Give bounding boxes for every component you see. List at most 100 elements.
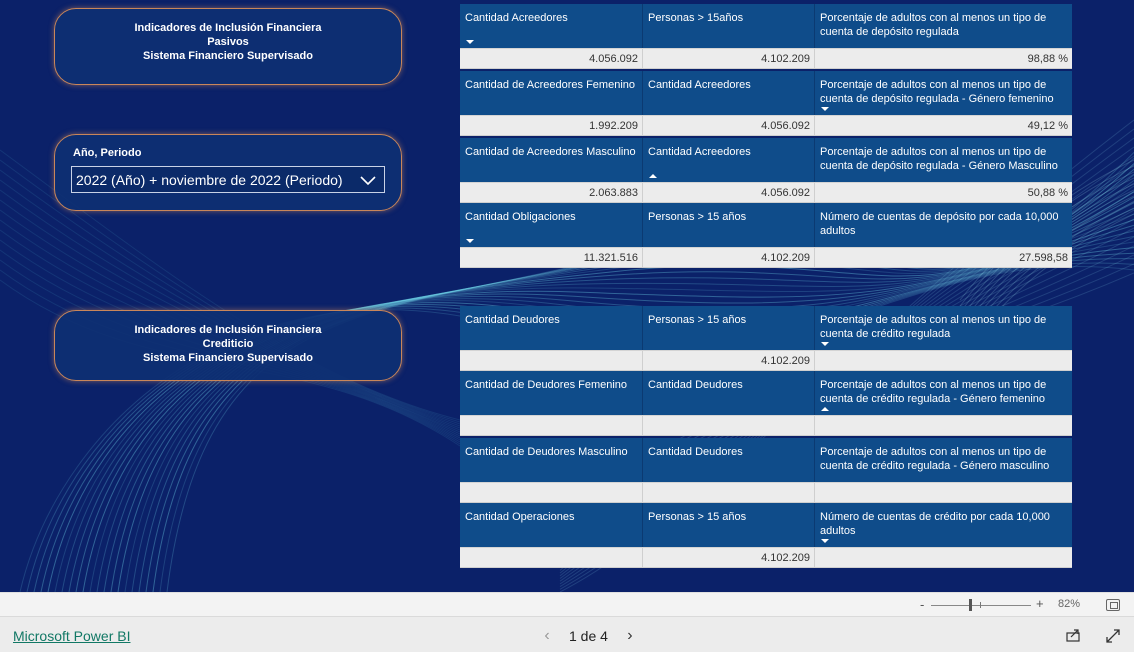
table-cell: 50,88 % — [814, 183, 1072, 202]
title-line: Indicadores de Inclusión Financiera — [134, 324, 322, 336]
column-header[interactable]: Cantidad Acreedores — [642, 138, 814, 182]
table-cell: 4.056.092 — [642, 183, 814, 202]
column-header[interactable]: Porcentaje de adultos con al menos un ti… — [814, 438, 1072, 482]
title-line: Sistema Financiero Supervisado — [143, 352, 313, 364]
column-header[interactable]: Cantidad Deudores — [642, 438, 814, 482]
sort-down-icon — [466, 40, 474, 44]
table-row: 1.992.209 4.056.092 49,12 % — [460, 115, 1072, 136]
table-row: 2.063.883 4.056.092 50,88 % — [460, 182, 1072, 203]
table-cell — [814, 548, 1072, 567]
table-operaciones: Cantidad Operaciones Personas > 15 años Nú… — [460, 503, 1072, 568]
column-header[interactable]: Cantidad de Acreedores Femenino — [460, 71, 642, 115]
column-header[interactable]: Cantidad Deudores — [642, 371, 814, 415]
table-acreedores-masculino: Cantidad de Acreedores Masculino Cantidad… — [460, 138, 1072, 203]
column-header[interactable]: Cantidad Acreedores — [642, 71, 814, 115]
table-deudores: Cantidad Deudores Personas > 15 años Porce… — [460, 306, 1072, 371]
page-navigator: ‹ 1 de 4 › — [537, 627, 640, 645]
column-header[interactable]: Cantidad de Acreedores Masculino — [460, 138, 642, 182]
table-cell: 4.102.209 — [642, 49, 814, 68]
column-header[interactable]: Personas > 15 años — [642, 306, 814, 350]
share-icon[interactable] — [1066, 628, 1082, 642]
title-line: Sistema Financiero Supervisado — [143, 50, 313, 62]
table-cell — [814, 416, 1072, 435]
footer-bar: Microsoft Power BI ‹ 1 de 4 › — [0, 616, 1134, 652]
column-header[interactable]: Porcentaje de adultos con al menos un ti… — [814, 371, 1072, 415]
table-obligaciones: Cantidad Obligaciones Personas > 15 años N… — [460, 203, 1072, 268]
column-header[interactable]: Número de cuentas de depósito por cada 1… — [814, 203, 1072, 247]
table-cell — [642, 416, 814, 435]
column-header[interactable]: Cantidad Operaciones — [460, 503, 642, 547]
report-canvas: Indicadores de Inclusión Financiera Pasi… — [0, 0, 1134, 592]
column-header[interactable]: Porcentaje de adultos con al menos un ti… — [814, 138, 1072, 182]
column-header[interactable]: Porcentaje de adultos con al menos un ti… — [814, 306, 1072, 350]
title-line: Pasivos — [207, 36, 249, 48]
table-cell — [460, 416, 642, 435]
zoom-in-button[interactable]: + — [1036, 596, 1044, 611]
column-header[interactable]: Personas > 15 años — [642, 203, 814, 247]
table-acreedores: Cantidad Acreedores Personas > 15años Porc… — [460, 4, 1072, 69]
power-bi-link[interactable]: Microsoft Power BI — [13, 628, 130, 644]
period-slicer-dropdown[interactable]: 2022 (Año) + noviembre de 2022 (Periodo) — [71, 166, 385, 193]
table-cell: 4.056.092 — [642, 116, 814, 135]
table-cell: 4.102.209 — [642, 548, 814, 567]
sort-up-icon — [649, 174, 657, 178]
fullscreen-icon[interactable] — [1105, 628, 1121, 644]
zoom-slider-tick — [980, 602, 981, 608]
table-deudores-masculino: Cantidad de Deudores Masculino Cantidad D… — [460, 438, 1072, 503]
table-row: 4.056.092 4.102.209 98,88 % — [460, 48, 1072, 69]
table-cell — [814, 351, 1072, 370]
column-header[interactable]: Personas > 15años — [642, 4, 814, 48]
table-cell: 2.063.883 — [589, 187, 638, 199]
table-cell: 4.102.209 — [642, 248, 814, 267]
sort-down-icon — [466, 239, 474, 243]
column-header[interactable]: Personas > 15 años — [642, 503, 814, 547]
table-row — [460, 415, 1072, 436]
fit-to-page-icon[interactable] — [1106, 599, 1120, 611]
slicer-selected-value: 2022 (Año) + noviembre de 2022 (Periodo) — [76, 171, 343, 188]
sort-down-icon — [821, 107, 829, 111]
zoom-slider-thumb[interactable] — [969, 599, 972, 611]
title-credito: Indicadores de Inclusión Financiera Cred… — [55, 323, 401, 365]
title-pasivos: Indicadores de Inclusión Financiera Pasi… — [55, 21, 401, 63]
table-cell — [814, 483, 1072, 502]
table-cell: 11.321.516 — [583, 252, 638, 264]
column-header[interactable]: Porcentaje de adultos con al menos un ti… — [814, 71, 1072, 115]
zoom-level: 82% — [1058, 598, 1081, 610]
sort-down-icon — [821, 342, 829, 346]
title-line: Crediticio — [202, 338, 254, 350]
sort-down-icon — [821, 539, 829, 543]
title-card-pasivos: Indicadores de Inclusión Financiera Pasi… — [54, 8, 402, 85]
column-header[interactable]: Porcentaje de adultos con al menos un ti… — [814, 4, 1072, 48]
next-page-button[interactable]: › — [620, 627, 640, 645]
table-cell: 49,12 % — [814, 116, 1072, 135]
title-card-credito: Indicadores de Inclusión Financiera Cred… — [54, 310, 402, 381]
table-cell: 4.056.092 — [589, 53, 638, 65]
table-cell: 1.992.209 — [589, 120, 638, 132]
slicer-label: Año, Periodo — [73, 147, 142, 159]
table-cell — [460, 351, 642, 370]
table-row — [460, 482, 1072, 503]
column-header[interactable]: Cantidad Deudores — [460, 306, 642, 350]
sort-up-icon — [821, 407, 829, 411]
zoom-bar: - + 82% — [0, 592, 1134, 616]
previous-page-button[interactable]: ‹ — [537, 627, 557, 645]
table-cell: 98,88 % — [814, 49, 1072, 68]
zoom-out-button[interactable]: - — [920, 597, 924, 612]
column-header[interactable]: Cantidad Obligaciones — [460, 203, 642, 247]
column-header[interactable]: Número de cuentas de crédito por cada 10… — [814, 503, 1072, 547]
table-cell — [460, 483, 642, 502]
column-header[interactable]: Cantidad Acreedores — [460, 4, 642, 48]
table-row: 11.321.516 4.102.209 27.598,58 — [460, 247, 1072, 268]
zoom-slider-track[interactable] — [931, 605, 1031, 606]
title-line: Indicadores de Inclusión Financiera — [134, 22, 322, 34]
column-header[interactable]: Cantidad de Deudores Masculino — [460, 438, 642, 482]
table-acreedores-femenino: Cantidad de Acreedores Femenino Cantidad … — [460, 71, 1072, 136]
period-slicer-card: Año, Periodo 2022 (Año) + noviembre de 2… — [54, 134, 402, 211]
table-row: 4.102.209 — [460, 547, 1072, 568]
table-cell — [460, 548, 642, 567]
table-deudores-femenino: Cantidad de Deudores Femenino Cantidad De… — [460, 371, 1072, 436]
column-header[interactable]: Cantidad de Deudores Femenino — [460, 371, 642, 415]
table-row: 4.102.209 — [460, 350, 1072, 371]
page-indicator: 1 de 4 — [569, 628, 608, 644]
table-cell: 4.102.209 — [642, 351, 814, 370]
